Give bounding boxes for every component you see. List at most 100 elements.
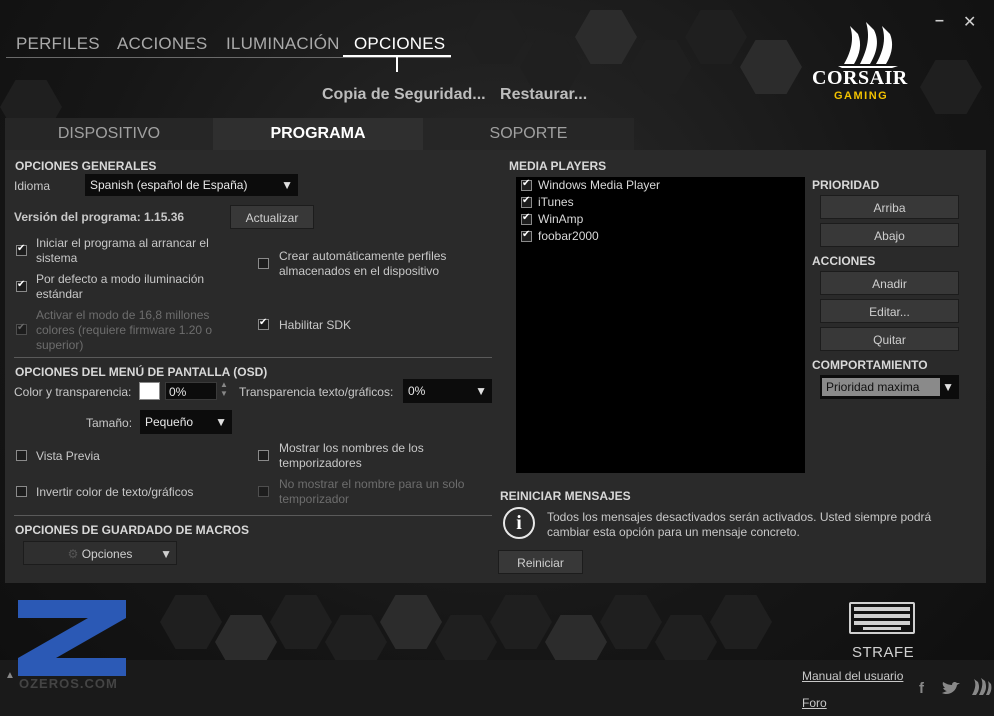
- update-button[interactable]: Actualizar: [230, 205, 314, 229]
- facebook-icon[interactable]: f: [919, 680, 924, 697]
- media-player-checkbox[interactable]: [521, 229, 532, 242]
- user-manual-link[interactable]: Manual del usuario: [802, 669, 903, 683]
- show-timers-checkbox[interactable]: [258, 450, 269, 461]
- text-transparency-value: 0%: [408, 384, 426, 398]
- auto-profiles-checkbox[interactable]: [258, 258, 269, 269]
- text-transparency-label: Transparencia texto/gráficos:: [239, 385, 394, 399]
- brand-sub: GAMING: [834, 90, 889, 102]
- device-name: STRAFE: [852, 644, 915, 661]
- sixteen-million-checkbox[interactable]: [16, 322, 27, 335]
- media-player-name: WinAmp: [538, 212, 584, 226]
- color-transparency-label: Color y transparencia:: [14, 385, 132, 399]
- macro-options-dropdown[interactable]: ⚙ Opciones ▼: [23, 541, 177, 565]
- media-player-name: foobar2000: [538, 229, 599, 243]
- macro-options-label: Opciones: [81, 547, 133, 561]
- media-player-checkbox[interactable]: [521, 212, 532, 225]
- enable-sdk-checkbox[interactable]: [258, 317, 269, 330]
- subtabs: DISPOSITIVO PROGRAMA SOPORTE: [5, 118, 634, 150]
- actions-title: ACCIONES: [812, 254, 876, 268]
- size-value: Pequeño: [145, 415, 194, 429]
- backup-links: Copia de Seguridad... Restaurar...: [322, 86, 597, 104]
- chevron-down-icon: ▼: [475, 384, 487, 398]
- collapse-up-icon[interactable]: ▲: [5, 670, 15, 681]
- default-lighting-checkbox[interactable]: [16, 279, 27, 292]
- keyboard-keys-icon: [854, 607, 910, 630]
- watermark-logo: [18, 600, 126, 676]
- backup-link[interactable]: Copia de Seguridad...: [322, 86, 486, 103]
- general-options-title: OPCIONES GENERALES: [15, 159, 157, 173]
- priority-title: PRIORIDAD: [812, 178, 880, 192]
- text-transparency-select[interactable]: 0% ▼: [403, 379, 492, 403]
- move-up-button[interactable]: Arriba: [820, 195, 959, 219]
- twitter-icon[interactable]: [942, 682, 960, 696]
- language-select[interactable]: Spanish (español de España) ▼: [85, 174, 298, 196]
- tab-perfiles[interactable]: PERFILES: [16, 34, 100, 54]
- show-timers-label: Mostrar los nombres de los temporizadore…: [279, 441, 424, 470]
- tab-iluminacion[interactable]: ILUMINACIÓN: [226, 34, 340, 54]
- media-players-title: MEDIA PLAYERS: [509, 159, 607, 173]
- language-label: Idioma: [14, 179, 51, 193]
- chevron-down-icon: ▼: [215, 415, 227, 429]
- reset-messages-text: Todos los mensajes desactivados serán ac…: [547, 510, 932, 539]
- behavior-title: COMPORTAMIENTO: [812, 358, 928, 372]
- main-nav: PERFILES ACCIONES ILUMINACIÓN OPCIONES: [6, 32, 451, 72]
- start-with-system-label: Iniciar el programa al arrancar el siste…: [36, 236, 209, 265]
- stepper-icon[interactable]: ▲ ▼: [220, 380, 228, 398]
- close-button[interactable]: ✕: [963, 12, 976, 32]
- color-transparency-input[interactable]: 0%: [165, 382, 217, 400]
- media-player-checkbox[interactable]: [521, 178, 532, 191]
- color-swatch[interactable]: [139, 382, 160, 400]
- reset-messages-title: REINICIAR MENSAJES: [500, 489, 631, 503]
- brand-name: CORSAIR: [812, 67, 908, 89]
- media-players-list[interactable]: Windows Media Player iTunes WinAmp fooba…: [516, 177, 805, 473]
- size-label: Tamaño:: [86, 416, 133, 430]
- version-label: Versión del programa: 1.15.36: [14, 210, 185, 224]
- info-icon: i: [503, 507, 535, 539]
- keyboard-icon[interactable]: [849, 602, 915, 634]
- single-timer-checkbox[interactable]: [258, 486, 269, 497]
- tab-dispositivo[interactable]: DISPOSITIVO: [5, 118, 213, 150]
- corsair-logo: CORSAIR GAMING: [812, 20, 922, 105]
- section-divider: [14, 515, 492, 516]
- reset-button[interactable]: Reiniciar: [498, 550, 583, 574]
- gear-icon: ⚙: [67, 547, 82, 561]
- behavior-value: Prioridad maxima: [822, 378, 940, 396]
- osd-title: OPCIONES DEL MENÚ DE PANTALLA (OSD): [15, 365, 268, 379]
- invert-color-label: Invertir color de texto/gráficos: [36, 485, 194, 499]
- enable-sdk-label: Habilitar SDK: [279, 318, 352, 332]
- watermark-text: OZEROS.COM: [19, 676, 118, 691]
- move-down-button[interactable]: Abajo: [820, 223, 959, 247]
- preview-checkbox[interactable]: [16, 450, 27, 461]
- size-select[interactable]: Pequeño ▼: [140, 410, 232, 434]
- media-player-name: Windows Media Player: [538, 178, 661, 192]
- tab-acciones[interactable]: ACCIONES: [117, 34, 207, 54]
- invert-color-checkbox[interactable]: [16, 486, 27, 497]
- media-player-checkbox[interactable]: [521, 195, 532, 208]
- preview-label: Vista Previa: [36, 449, 100, 463]
- single-timer-label: No mostrar el nombre para un solo tempor…: [279, 477, 465, 506]
- remove-button[interactable]: Quitar: [820, 327, 959, 351]
- tab-programa[interactable]: PROGRAMA: [213, 118, 423, 150]
- default-lighting-label: Por defecto a modo iluminación estándar: [36, 272, 205, 301]
- minimize-button[interactable]: –: [935, 12, 944, 30]
- chevron-down-icon: ▼: [942, 380, 954, 394]
- chevron-down-icon: ▼: [160, 547, 172, 561]
- media-player-name: iTunes: [538, 195, 574, 209]
- forum-link[interactable]: Foro: [802, 696, 827, 710]
- edit-button[interactable]: Editar...: [820, 299, 959, 323]
- corsair-sails-icon[interactable]: [970, 678, 992, 696]
- restore-link[interactable]: Restaurar...: [500, 86, 587, 103]
- active-tab-pointer: [396, 57, 398, 72]
- language-value: Spanish (español de España): [90, 178, 248, 192]
- chevron-down-icon: ▼: [281, 178, 293, 192]
- tab-soporte[interactable]: SOPORTE: [423, 118, 634, 150]
- start-with-system-checkbox[interactable]: [16, 243, 27, 256]
- behavior-select[interactable]: Prioridad maxima ▼: [820, 375, 959, 399]
- section-divider: [14, 357, 492, 358]
- add-button[interactable]: Anadir: [820, 271, 959, 295]
- sails-icon: [838, 22, 898, 68]
- macros-title: OPCIONES DE GUARDADO DE MACROS: [15, 523, 250, 537]
- program-panel: OPCIONES GENERALES Idioma Spanish (españ…: [5, 150, 986, 583]
- sixteen-million-label: Activar el modo de 16,8 millones colores…: [36, 308, 213, 352]
- tab-opciones[interactable]: OPCIONES: [354, 34, 445, 54]
